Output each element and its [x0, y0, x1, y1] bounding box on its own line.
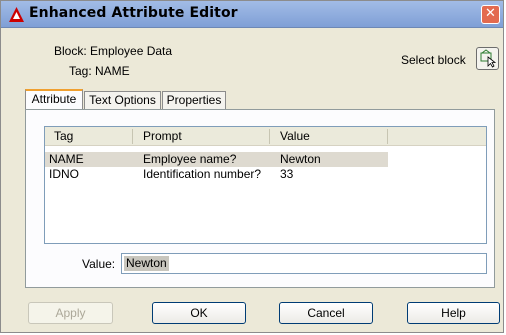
value-input[interactable]: Newton	[121, 253, 487, 274]
apply-button[interactable]: Apply	[28, 302, 113, 324]
cell-value: Newton	[280, 152, 321, 166]
column-divider[interactable]	[132, 129, 133, 144]
window-title: Enhanced Attribute Editor	[29, 5, 238, 21]
select-object-icon	[480, 49, 497, 68]
title-bar[interactable]: Enhanced Attribute Editor ✕	[1, 1, 503, 28]
list-header: Tag Prompt Value	[45, 127, 486, 146]
column-header-prompt[interactable]: Prompt	[143, 129, 182, 143]
cell-prompt: Identification number?	[143, 167, 262, 181]
table-row[interactable]: NAME Employee name? Newton	[45, 152, 388, 167]
cell-tag: NAME	[49, 152, 84, 166]
autocad-logo-icon	[9, 7, 24, 22]
tag-name-label: Tag: NAME	[69, 64, 130, 78]
tab-properties[interactable]: Properties	[162, 91, 226, 109]
tab-attribute[interactable]: Attribute	[25, 89, 83, 110]
column-divider[interactable]	[269, 129, 270, 144]
cancel-button[interactable]: Cancel	[279, 302, 373, 324]
column-divider[interactable]	[387, 129, 388, 144]
attribute-editor-dialog: Enhanced Attribute Editor ✕ Block: Emplo…	[0, 0, 504, 333]
column-header-tag[interactable]: Tag	[54, 129, 73, 143]
cell-value: 33	[280, 167, 294, 181]
close-button[interactable]: ✕	[481, 5, 500, 24]
value-label: Value:	[82, 257, 116, 271]
attribute-list[interactable]: Tag Prompt Value NAME Employee name? New…	[44, 126, 487, 244]
ok-button[interactable]: OK	[152, 302, 246, 324]
table-row[interactable]: IDNO Identification number? 33	[45, 167, 388, 182]
column-header-value[interactable]: Value	[280, 129, 310, 143]
block-name-label: Block: Employee Data	[54, 44, 173, 58]
value-input-text: Newton	[124, 256, 169, 271]
tab-text-options[interactable]: Text Options	[84, 91, 161, 109]
cell-tag: IDNO	[49, 167, 79, 181]
select-block-button[interactable]	[476, 47, 499, 70]
select-block-label: Select block	[401, 53, 466, 67]
help-button[interactable]: Help	[407, 302, 500, 324]
cell-prompt: Employee name?	[143, 152, 237, 166]
